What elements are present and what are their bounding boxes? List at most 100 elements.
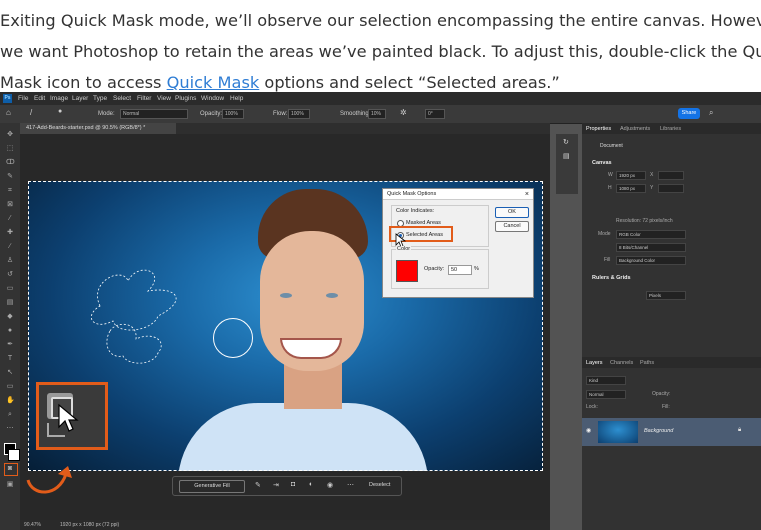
history-brush-icon[interactable]: ↺ — [6, 271, 14, 279]
dodge-tool-icon[interactable]: ● — [6, 327, 14, 335]
zoom-tool-icon[interactable]: ⌕ — [6, 411, 14, 419]
stamp-tool-icon[interactable]: ♙ — [6, 257, 14, 265]
tab-layers[interactable]: Layers — [586, 360, 603, 366]
menu-select[interactable]: Select — [113, 95, 131, 102]
fill-icon[interactable]: ◉ — [327, 481, 333, 489]
bit-depth-select[interactable]: 8 Bits/Channel — [616, 243, 686, 252]
mouse-cursor-icon — [58, 403, 79, 432]
mode-label: Mode: — [98, 111, 115, 117]
flow-field[interactable]: 100% — [288, 109, 310, 119]
background-color-swatch[interactable] — [8, 449, 20, 461]
tab-libraries[interactable]: Libraries — [660, 126, 681, 132]
zoom-level[interactable]: 90.47% — [24, 520, 41, 530]
menu-file[interactable]: File — [18, 95, 28, 102]
more-tools-icon[interactable]: ⋯ — [6, 425, 14, 433]
screen-mode-icon[interactable]: ▣ — [6, 481, 14, 489]
path-select-icon[interactable]: ↖ — [6, 369, 14, 377]
lock-icon: 🔒︎ — [738, 427, 742, 433]
fill-select[interactable]: Background Color — [616, 256, 686, 265]
opacity-label: Opacity: — [200, 111, 223, 117]
menu-edit[interactable]: Edit — [34, 95, 45, 102]
brush-mode-icon[interactable]: ✎ — [255, 481, 261, 489]
quick-mask-options-dialog: Quick Mask Options × Color Indicates: Ma… — [382, 188, 534, 298]
menu-filter[interactable]: Filter — [137, 95, 151, 102]
units-select[interactable]: Pixels — [646, 291, 686, 300]
tab-paths[interactable]: Paths — [640, 360, 654, 366]
dialog-title-text: Quick Mask Options — [387, 191, 437, 197]
properties-tabs: Properties Adjustments Libraries — [582, 123, 761, 134]
canvas-section-title: Canvas — [592, 160, 612, 166]
menu-window[interactable]: Window — [201, 95, 224, 102]
search-icon[interactable]: ⌕ — [709, 108, 713, 118]
blend-mode-select[interactable]: Normal — [586, 390, 626, 399]
smoothing-field[interactable]: 10% — [368, 109, 386, 119]
menu-view[interactable]: View — [157, 95, 171, 102]
blur-tool-icon[interactable]: ◆ — [6, 313, 14, 321]
opacity-field[interactable]: 100% — [222, 109, 244, 119]
eraser-tool-icon[interactable]: ▭ — [6, 285, 14, 293]
quick-mask-link[interactable]: Quick Mask — [167, 73, 260, 92]
invert-icon[interactable]: ◐ — [309, 481, 313, 488]
x-field[interactable] — [658, 171, 684, 180]
photoshop-window: Ps File Edit Image Layer Type Select Fil… — [0, 92, 761, 530]
ok-button[interactable]: OK — [495, 207, 529, 218]
share-button[interactable]: Share — [678, 108, 700, 119]
generative-fill-button[interactable]: Generative Fill — [179, 480, 245, 493]
crop-tool-icon[interactable]: ⌗ — [6, 187, 14, 195]
width-field[interactable]: 1920 px — [616, 171, 646, 180]
brush-tool-icon[interactable]: ∕ — [6, 243, 14, 251]
y-field[interactable] — [658, 184, 684, 193]
modify-selection-icon[interactable]: ⇥ — [273, 481, 279, 489]
quick-select-tool-icon[interactable]: ✎ — [6, 173, 14, 181]
history-icon[interactable]: ↻ — [563, 138, 569, 146]
deselect-button[interactable]: Deselect — [369, 482, 390, 488]
move-tool-icon[interactable]: ✥ — [6, 131, 14, 139]
menu-layer[interactable]: Layer — [72, 95, 88, 102]
quick-mask-zoom-callout — [36, 382, 108, 450]
comments-icon[interactable]: ▤ — [563, 152, 570, 160]
article-line-3-pre: Mask icon to access — [0, 73, 167, 92]
more-options-icon[interactable]: ⋯ — [347, 481, 354, 489]
document-info: 1920 px x 1080 px (72 ppi) — [60, 522, 120, 528]
lasso-tool-icon[interactable]: ↀ — [6, 159, 15, 167]
x-label: X — [650, 172, 654, 178]
menu-image[interactable]: Image — [50, 95, 68, 102]
angle-field[interactable]: 0° — [425, 109, 445, 119]
frame-tool-icon[interactable]: ⊠ — [6, 201, 14, 209]
tab-channels[interactable]: Channels — [610, 360, 633, 366]
home-icon[interactable]: ⌂ — [6, 108, 11, 117]
menu-plugins[interactable]: Plugins — [175, 95, 196, 102]
mode-select[interactable]: Normal — [120, 109, 188, 119]
brush-preset-icon[interactable]: ● — [58, 108, 62, 115]
healing-tool-icon[interactable]: ✚ — [6, 229, 14, 237]
visibility-eye-icon[interactable]: ◉ — [586, 427, 591, 434]
flow-label: Flow: — [273, 111, 288, 117]
marquee-tool-icon[interactable]: ⬚ — [6, 145, 14, 153]
brush-icon[interactable]: / — [30, 108, 32, 117]
pen-tool-icon[interactable]: ✒ — [6, 341, 14, 349]
close-icon[interactable]: × — [525, 189, 529, 200]
photoshop-logo: Ps — [3, 94, 12, 103]
gradient-tool-icon[interactable]: ▤ — [6, 299, 14, 307]
eyedropper-tool-icon[interactable]: ⁄ — [6, 215, 14, 223]
mask-color-swatch[interactable] — [396, 260, 418, 282]
mask-icon[interactable]: ◘ — [291, 481, 295, 488]
opacity-input[interactable]: 50 — [448, 265, 472, 275]
opacity-unit: % — [474, 266, 479, 272]
menu-help[interactable]: Help — [230, 95, 243, 102]
gear-icon[interactable]: ✲ — [400, 108, 407, 117]
menu-type[interactable]: Type — [93, 95, 107, 102]
layer-row[interactable]: ◉ Background 🔒︎ — [582, 418, 761, 446]
tab-adjustments[interactable]: Adjustments — [620, 126, 650, 132]
opacity-label: Opacity: — [424, 266, 445, 272]
layer-kind-filter[interactable]: Kind — [586, 376, 626, 385]
height-field[interactable]: 1080 px — [616, 184, 646, 193]
tab-properties[interactable]: Properties — [586, 126, 611, 132]
cancel-button[interactable]: Cancel — [495, 221, 529, 232]
options-bar: ⌂ / ● Mode: Normal Opacity: 100% Flow: 1… — [0, 105, 761, 124]
hand-tool-icon[interactable]: ✋ — [6, 397, 15, 405]
type-tool-icon[interactable]: T — [6, 355, 14, 363]
document-tab[interactable]: 417-Add-Beards-starter.psd @ 90.5% (RGB/… — [20, 123, 176, 134]
shape-tool-icon[interactable]: ▭ — [6, 383, 14, 391]
mode-select[interactable]: RGB Color — [616, 230, 686, 239]
